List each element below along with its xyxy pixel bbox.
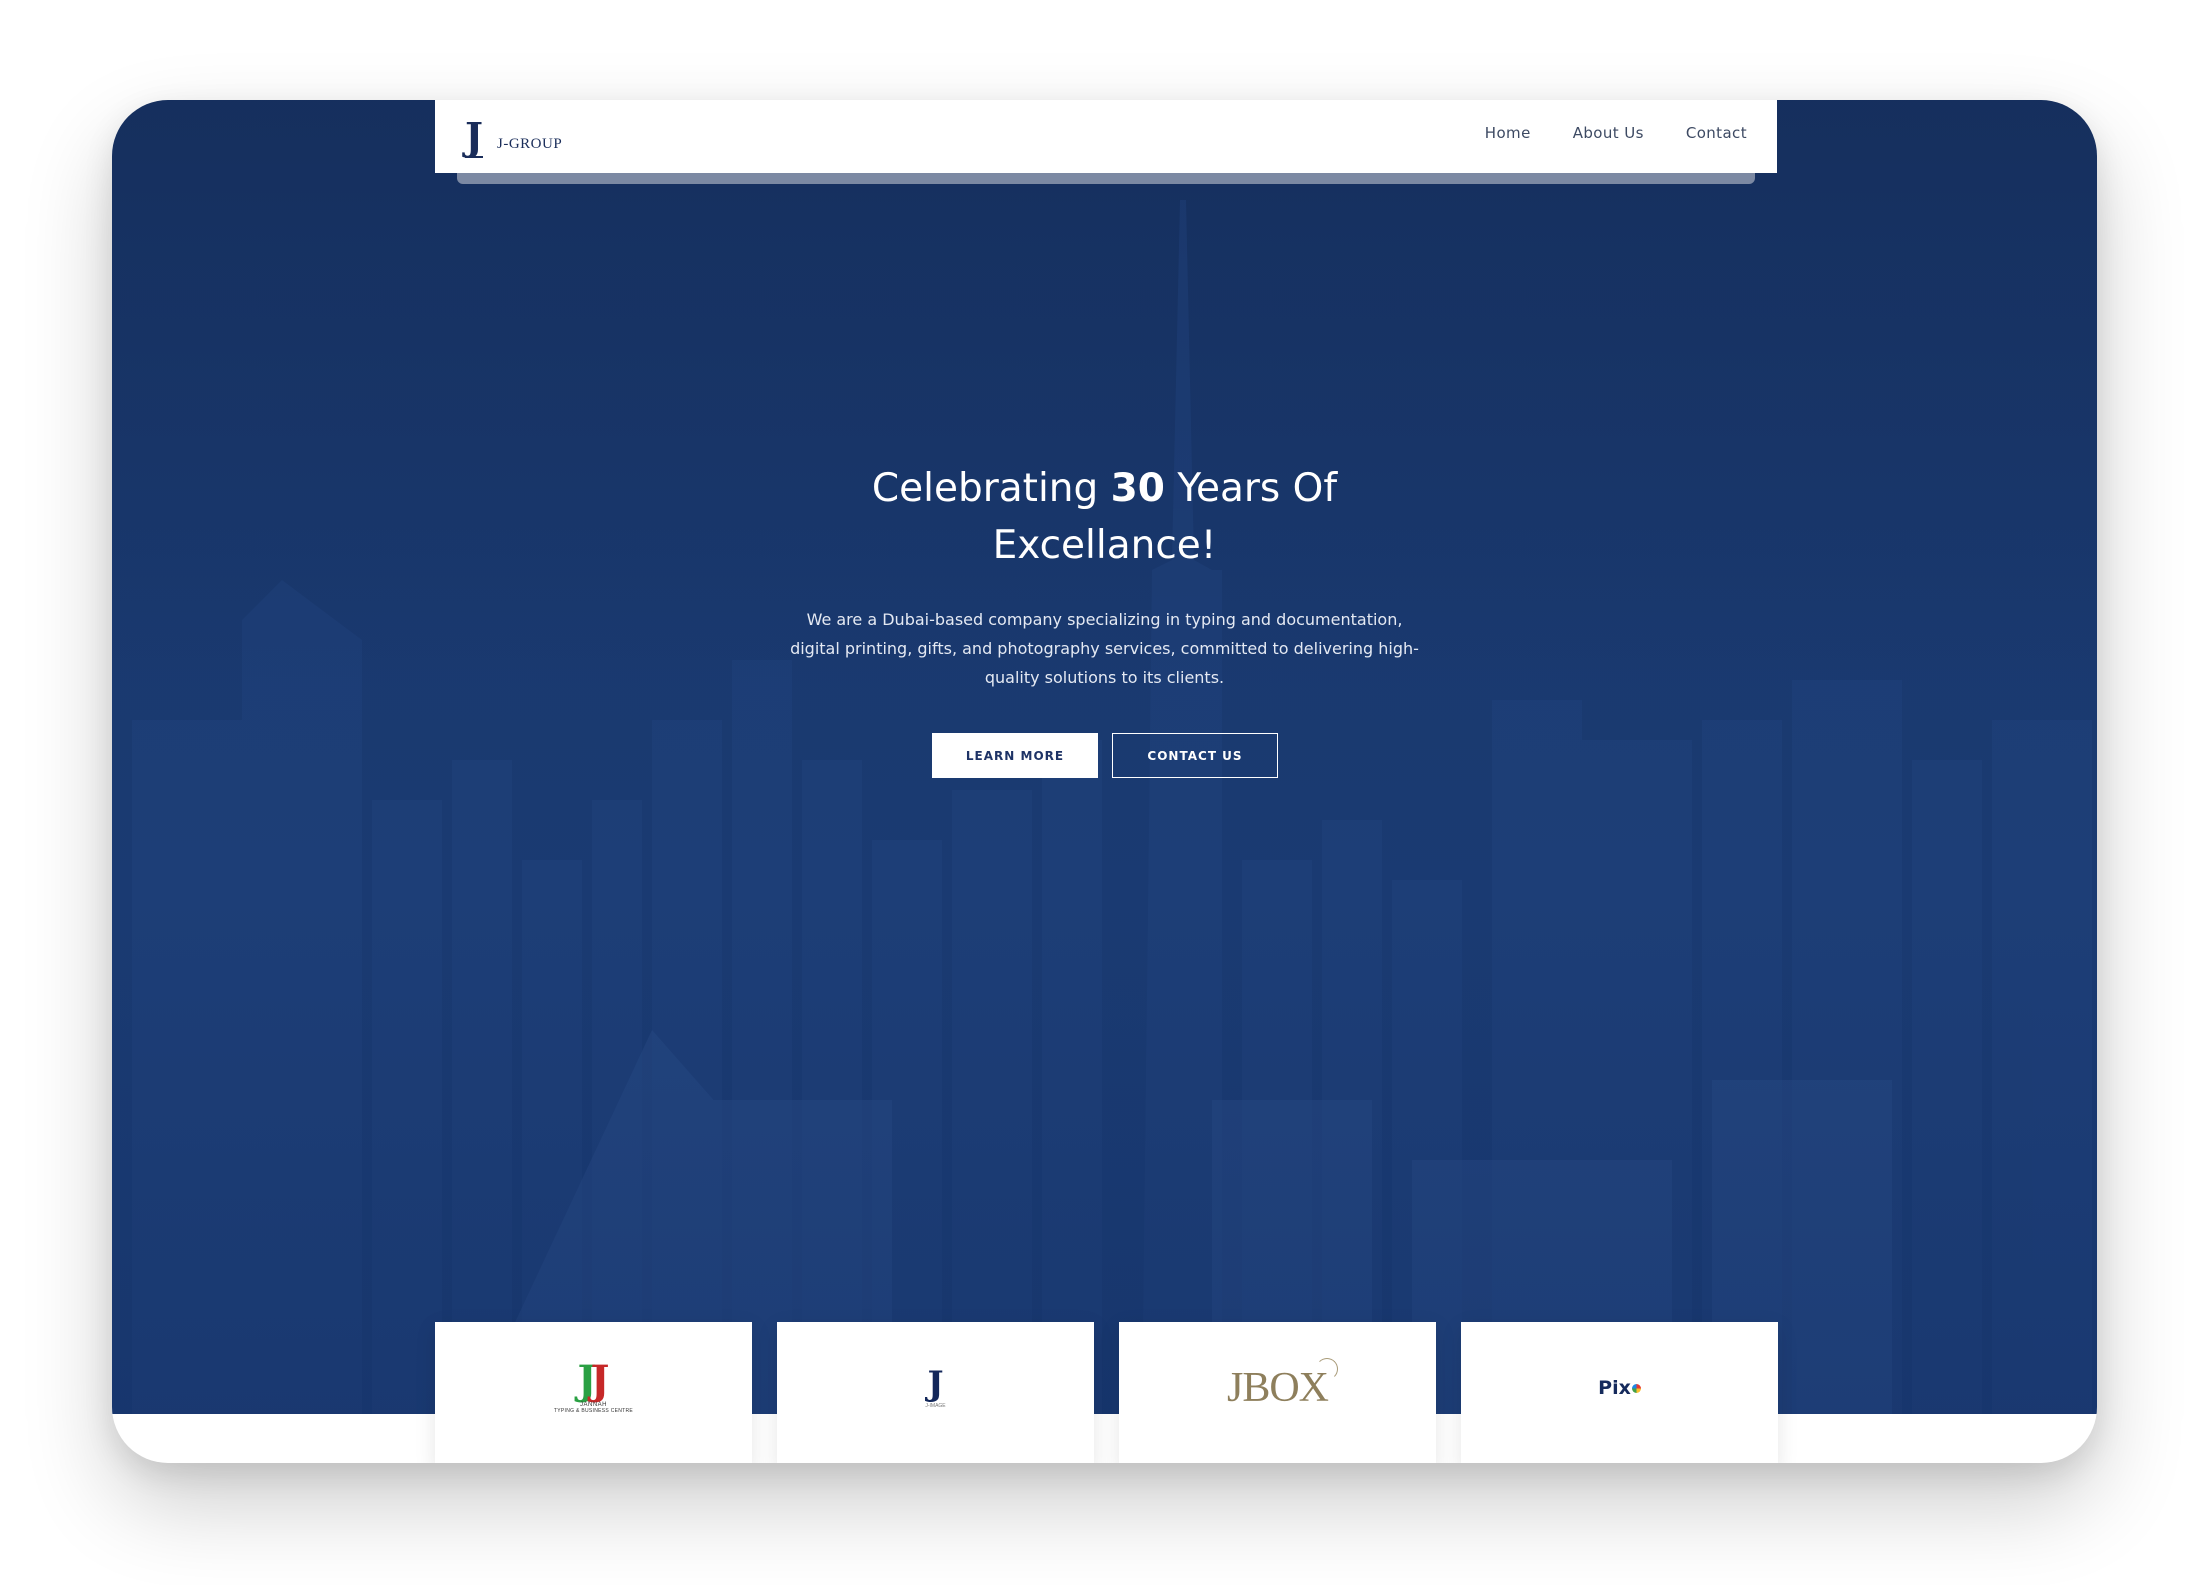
jannah-subtitle: TYPING & BUSINESS CENTRE: [553, 1408, 634, 1414]
hero-title: Celebrating 30 Years Of Excellance!: [112, 460, 2097, 574]
contact-us-button[interactable]: CONTACT US: [1112, 733, 1278, 778]
pix-text: Pix: [1598, 1376, 1631, 1399]
brand-card-pix[interactable]: Pix: [1461, 1322, 1778, 1463]
nav-contact-link[interactable]: Contact: [1686, 124, 1747, 142]
jannah-logo: JJ JANNAH TYPING & BUSINESS CENTRE: [553, 1361, 634, 1415]
browser-frame: J J-GROUP Home About Us Contact Celebrat…: [112, 100, 2097, 1463]
jannah-mark-red: J: [590, 1357, 610, 1404]
navbar: J J-GROUP Home About Us Contact: [435, 100, 1777, 173]
logo-text: J-GROUP: [496, 135, 563, 152]
j-image-mark: J: [927, 1363, 944, 1404]
pix-logo: Pix: [1598, 1377, 1641, 1399]
nav-home-link[interactable]: Home: [1485, 124, 1531, 142]
brand-card-j-image[interactable]: J J-IMAGE: [777, 1322, 1094, 1463]
j-image-logo: J J-IMAGE: [925, 1367, 945, 1409]
logo-mark: J: [465, 114, 483, 159]
hero-title-suffix: Years Of: [1164, 466, 1338, 511]
hero-title-years: 30: [1110, 466, 1165, 511]
jbox-text: JBOX: [1226, 1364, 1329, 1411]
hero-description: We are a Dubai-based company specializin…: [790, 610, 1419, 687]
jbox-swoosh-icon: [1316, 1357, 1339, 1380]
brand-cards: JJ JANNAH TYPING & BUSINESS CENTRE J J-I…: [435, 1322, 1778, 1463]
pix-color-dot-icon: [1631, 1384, 1641, 1393]
nav-about-link[interactable]: About Us: [1573, 124, 1644, 142]
jbox-logo: JBOX: [1226, 1357, 1339, 1412]
learn-more-button[interactable]: LEARN MORE: [932, 733, 1098, 778]
hero-title-prefix: Celebrating: [871, 466, 1111, 511]
nav-links: Home About Us Contact: [1485, 124, 1747, 142]
site-logo[interactable]: J J-GROUP: [465, 118, 562, 158]
hero-buttons: LEARN MORE CONTACT US: [932, 733, 1278, 778]
hero-section: J J-GROUP Home About Us Contact Celebrat…: [112, 100, 2097, 1414]
j-image-subtitle: J-IMAGE: [925, 1402, 946, 1409]
brand-card-jannah[interactable]: JJ JANNAH TYPING & BUSINESS CENTRE: [435, 1322, 752, 1463]
brand-card-jbox[interactable]: JBOX: [1119, 1322, 1436, 1463]
hero-title-line2: Excellance!: [992, 523, 1217, 568]
